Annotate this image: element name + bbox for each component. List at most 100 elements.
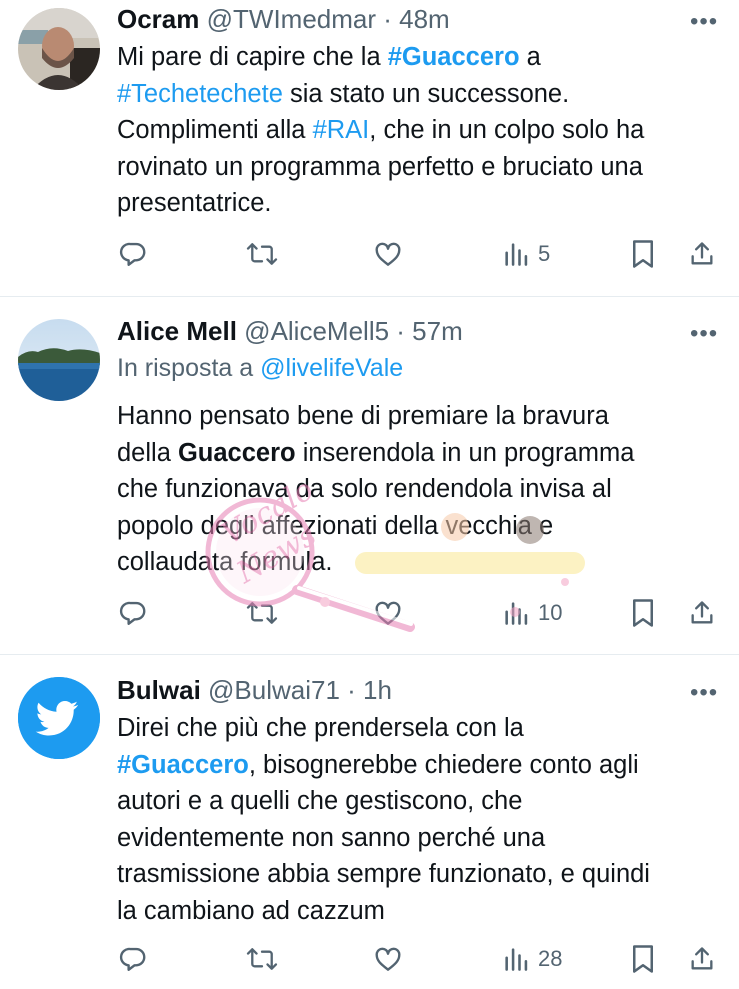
tweet-text-line: la cambiano ad cazzum [117, 893, 727, 930]
hashtag-link[interactable]: #Guaccero [117, 751, 249, 779]
views-button[interactable]: 10 [502, 593, 562, 633]
tweet-text-line: rovinato un programma perfetto e bruciat… [117, 149, 727, 186]
tweet-time[interactable]: 57m [412, 316, 463, 346]
reply-context: In risposta a @livelifeVale [117, 353, 403, 383]
views-count: 10 [538, 600, 563, 625]
avatar-bulwai[interactable] [18, 677, 100, 759]
tweet-actions: 28 [0, 939, 739, 979]
tweet-text-line: Direi che più che prendersela con la [117, 710, 727, 747]
tweet-text: Hanno pensato bene di premiare la bravur… [117, 398, 727, 581]
tweet-2[interactable]: Alice Mell @AliceMell5 · 57m ••• In risp… [0, 297, 739, 652]
tweet-text-line: collaudata formula. [117, 544, 727, 581]
share-icon [688, 598, 716, 628]
text-segment: evidentemente non sanno perché una [117, 823, 546, 852]
tweet-text-line: #Techetechete sia stato un successone. [117, 76, 727, 113]
tweet-text-line: presentatrice. [117, 185, 727, 222]
author-name[interactable]: Alice Mell [117, 316, 237, 346]
author-name[interactable]: Ocram [117, 4, 199, 34]
tweet-time[interactable]: 48m [399, 4, 450, 34]
text-segment: sia stato un successone. [282, 79, 570, 108]
avatar-alice-mell[interactable] [18, 319, 100, 401]
bookmark-button[interactable] [630, 593, 656, 633]
tweet-time[interactable]: 1h [363, 675, 392, 705]
views-icon [502, 599, 530, 627]
text-segment: collaudata formula. [117, 548, 333, 576]
text-segment: inserendola in un programma [295, 438, 635, 467]
bookmark-icon [630, 239, 656, 269]
author-handle[interactable]: @TWImedmar [207, 4, 376, 34]
like-button[interactable] [373, 234, 403, 274]
text-segment: a [519, 43, 541, 71]
reply-prefix: In risposta a [117, 354, 261, 382]
text-segment: popolo degli affezionati della vecchia e [117, 511, 554, 540]
views-count: 28 [538, 946, 563, 971]
share-button[interactable] [688, 593, 716, 633]
views-count: 5 [538, 241, 551, 266]
reply-icon [118, 944, 148, 974]
share-icon [688, 944, 716, 974]
tweet-text-line: evidentemente non sanno perché una [117, 820, 727, 857]
tweet-text-line: Hanno pensato bene di premiare la bravur… [117, 398, 727, 435]
retweet-button[interactable] [245, 234, 279, 274]
tweet-actions: 10 [0, 593, 739, 633]
reply-button[interactable] [118, 593, 148, 633]
emphasis-text: Guaccero [177, 438, 296, 467]
bookmark-icon [630, 944, 656, 974]
heart-icon [373, 598, 403, 628]
text-segment: che funzionava da solo rendendola invisa… [117, 475, 612, 503]
bookmark-button[interactable] [630, 234, 656, 274]
tweet-text-line: autori e a quelli che gestiscono, che [117, 783, 727, 820]
like-button[interactable] [373, 593, 403, 633]
tweet-text-line: della Guaccero inserendola in un program… [117, 435, 727, 472]
hashtag-link[interactable]: #RAI [313, 116, 370, 144]
author-handle[interactable]: @Bulwai71 [208, 675, 340, 705]
text-segment: della [117, 438, 178, 467]
reply-button[interactable] [118, 234, 148, 274]
hashtag-link[interactable]: #Guaccero [388, 43, 520, 71]
heart-icon [373, 239, 403, 269]
views-icon [502, 240, 530, 268]
tweet-text-line: trasmissione abbia sempre funzionato, e … [117, 856, 727, 893]
tweet-text: Direi che più che prendersela con la #Gua… [117, 710, 727, 929]
views-button[interactable]: 5 [502, 234, 550, 274]
bookmark-button[interactable] [630, 939, 656, 979]
tweet-text-line: Mi pare di capire che la #Guaccero a [117, 39, 727, 76]
reply-mention[interactable]: @livelifeVale [260, 354, 403, 382]
twitter-bird-icon [18, 677, 100, 759]
views-button[interactable]: 28 [502, 939, 562, 979]
heart-icon [373, 944, 403, 974]
text-segment: autori e a quelli che gestiscono, che [117, 787, 523, 815]
author-name[interactable]: Bulwai [117, 675, 201, 705]
tweet-header: Ocram @TWImedmar · 48m [117, 4, 450, 34]
share-button[interactable] [688, 234, 716, 274]
more-options-icon[interactable]: ••• [690, 10, 718, 34]
retweet-icon [245, 598, 279, 628]
more-options-icon[interactable]: ••• [690, 681, 718, 705]
share-icon [688, 239, 716, 269]
retweet-button[interactable] [245, 939, 279, 979]
hashtag-link[interactable]: #Techetechete [117, 80, 283, 108]
like-button[interactable] [373, 939, 403, 979]
retweet-button[interactable] [245, 593, 279, 633]
text-segment: trasmissione abbia sempre funzionato, e … [117, 860, 650, 888]
text-segment: Direi che più che prendersela con la [117, 714, 524, 742]
text-segment: Complimenti alla [117, 116, 313, 144]
tweet-text-line: popolo degli affezionati della vecchia e [117, 508, 727, 545]
reply-icon [118, 598, 148, 628]
retweet-icon [245, 944, 279, 974]
avatar-ocram[interactable] [18, 8, 100, 90]
tweet-3[interactable]: Bulwai @Bulwai71 · 1h ••• Direi che più … [0, 655, 739, 989]
tweet-1[interactable]: Ocram @TWImedmar · 48m ••• Mi pare di ca… [0, 0, 739, 295]
retweet-icon [245, 239, 279, 269]
author-handle[interactable]: @AliceMell5 [244, 316, 389, 346]
tweet-text-line: Complimenti alla #RAI, che in un colpo s… [117, 112, 727, 149]
bookmark-icon [630, 598, 656, 628]
share-button[interactable] [688, 939, 716, 979]
reply-icon [118, 239, 148, 269]
text-segment: Mi pare di capire che la [117, 43, 388, 71]
more-options-icon[interactable]: ••• [690, 322, 718, 346]
tweet-header: Alice Mell @AliceMell5 · 57m [117, 316, 463, 346]
tweet-actions: 5 [0, 234, 739, 274]
text-segment: la cambiano ad cazzum [117, 896, 385, 925]
reply-button[interactable] [118, 939, 148, 979]
